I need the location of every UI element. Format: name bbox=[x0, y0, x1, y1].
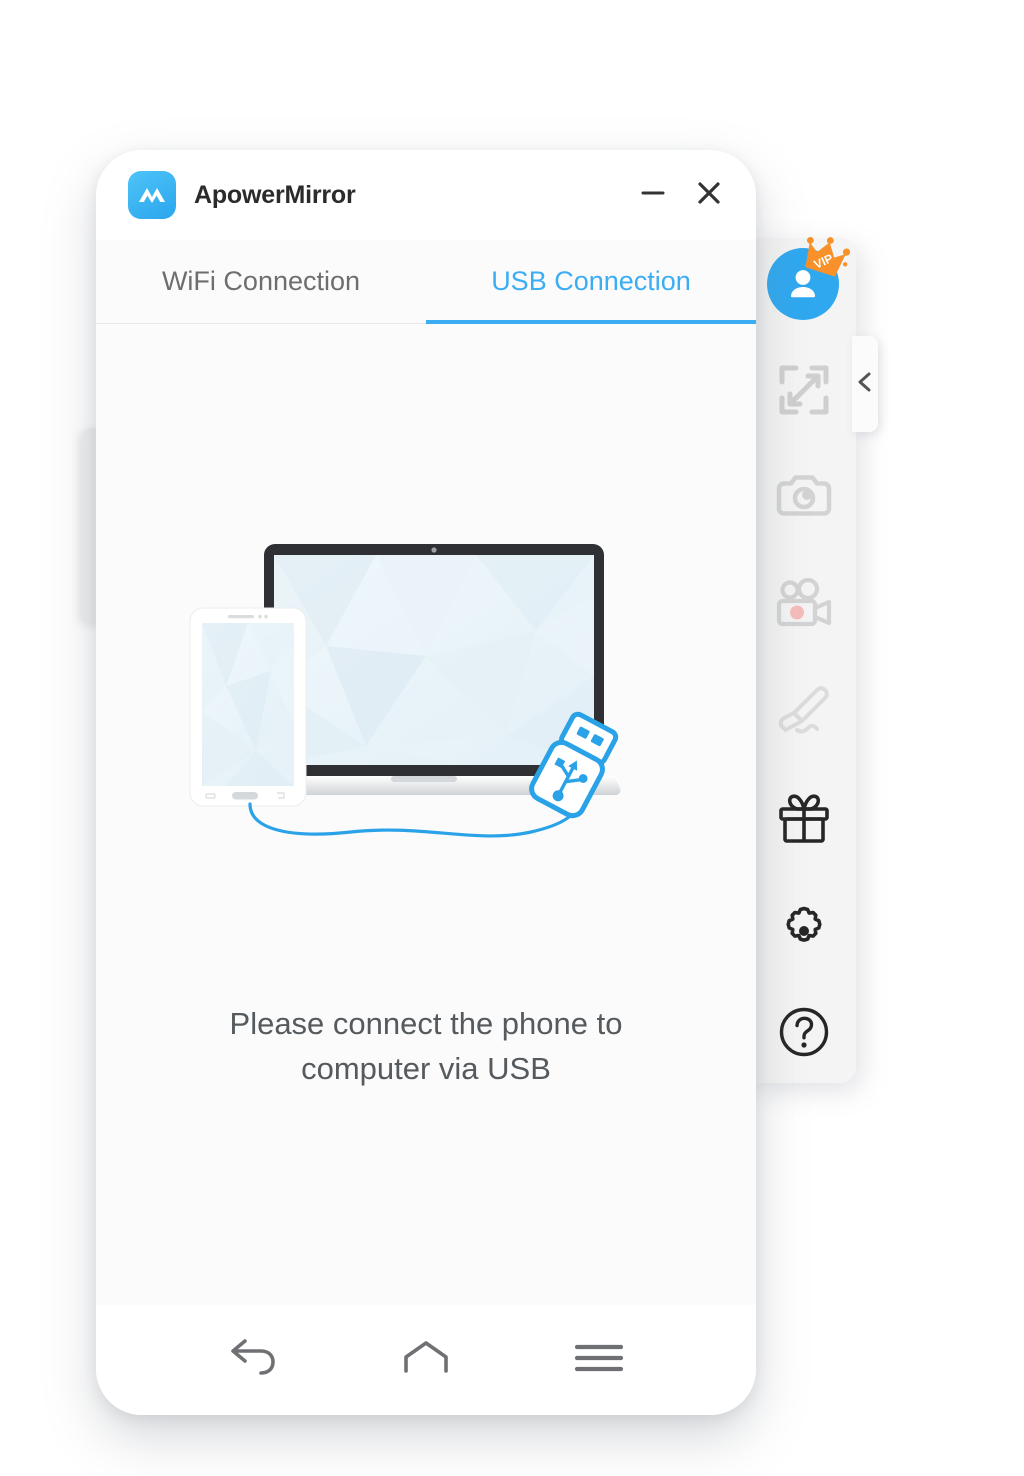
minimize-icon bbox=[640, 180, 666, 211]
sidebar-item-settings[interactable] bbox=[767, 890, 841, 964]
tab-usb-connection[interactable]: USB Connection bbox=[426, 240, 756, 324]
apowermirror-logo-icon bbox=[128, 171, 176, 219]
tool-sidebar-items: VIP bbox=[760, 236, 851, 1078]
content-area: Please connect the phone to computer via… bbox=[96, 324, 756, 1415]
fullscreen-expand-icon bbox=[776, 362, 832, 423]
sidebar-item-help[interactable] bbox=[767, 997, 841, 1071]
help-question-icon bbox=[776, 1004, 832, 1065]
tab-usb-connection-label: USB Connection bbox=[491, 266, 691, 296]
close-icon bbox=[695, 179, 723, 212]
vip-crown-icon: VIP bbox=[802, 236, 851, 278]
connection-hint-line2: computer via USB bbox=[301, 1051, 551, 1087]
laptop-phone-usb-illustration bbox=[176, 536, 676, 846]
nav-menu-button[interactable] bbox=[554, 1325, 644, 1395]
connection-tabs: WiFi Connection USB Connection bbox=[96, 240, 756, 324]
home-icon bbox=[398, 1338, 454, 1383]
brush-icon bbox=[775, 685, 833, 742]
title-bar: ApowerMirror bbox=[96, 150, 756, 240]
sidebar-collapse-button[interactable] bbox=[852, 336, 878, 432]
back-arrow-icon bbox=[225, 1336, 281, 1385]
sidebar-item-account[interactable]: VIP bbox=[767, 236, 851, 322]
screenshot-root: VIP ApowerMirror WiFi Connection USB Con… bbox=[0, 0, 1024, 1476]
connection-hint-line1: Please connect the phone to bbox=[229, 1006, 623, 1041]
apowermirror-window: ApowerMirror WiFi Connection USB Connect… bbox=[96, 150, 756, 1415]
connection-hint: Please connect the phone to computer via… bbox=[166, 1001, 686, 1092]
chevron-left-icon bbox=[857, 370, 873, 399]
sidebar-item-whiteboard[interactable] bbox=[767, 676, 841, 750]
tab-wifi-connection[interactable]: WiFi Connection bbox=[96, 240, 426, 323]
window-controls bbox=[636, 178, 726, 212]
minimize-button[interactable] bbox=[636, 178, 670, 212]
sidebar-item-record[interactable] bbox=[767, 569, 841, 643]
avatar[interactable]: VIP bbox=[767, 236, 851, 322]
nav-back-button[interactable] bbox=[208, 1325, 298, 1395]
camera-icon bbox=[775, 472, 833, 527]
page-title: ApowerMirror bbox=[194, 180, 356, 209]
sidebar-item-gift[interactable] bbox=[767, 783, 841, 857]
menu-icon bbox=[571, 1340, 627, 1381]
close-button[interactable] bbox=[692, 178, 726, 212]
sidebar-item-full-screen[interactable] bbox=[767, 355, 841, 429]
tab-wifi-connection-label: WiFi Connection bbox=[161, 266, 361, 296]
sidebar-item-screenshot[interactable] bbox=[767, 462, 841, 536]
gear-icon bbox=[776, 897, 832, 958]
video-recorder-icon bbox=[774, 577, 834, 635]
android-nav-bar bbox=[96, 1305, 756, 1415]
nav-home-button[interactable] bbox=[381, 1325, 471, 1395]
gift-icon bbox=[776, 790, 832, 851]
